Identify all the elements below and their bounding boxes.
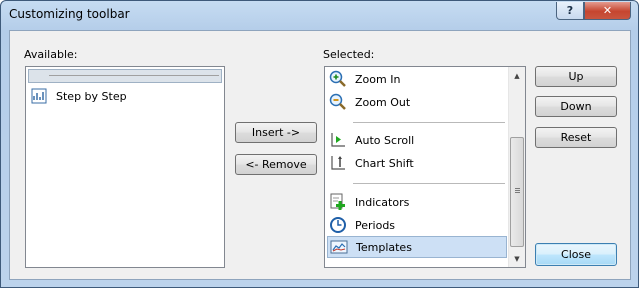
- insert-button[interactable]: Insert ->: [235, 122, 317, 143]
- dialog-window: Customizing toolbar ? ✕ Available: Selec…: [0, 0, 639, 288]
- list-item-label: Auto Scroll: [355, 133, 415, 147]
- separator-item[interactable]: [28, 69, 222, 83]
- available-label: Available:: [24, 48, 78, 61]
- up-button[interactable]: Up: [535, 66, 617, 87]
- list-item-templates[interactable]: Templates: [327, 236, 507, 258]
- periods-icon: [329, 216, 347, 234]
- zoom-in-icon: [329, 70, 347, 88]
- list-item-periods[interactable]: Periods: [329, 214, 507, 236]
- list-item-label: Periods: [355, 218, 396, 232]
- dialog-client-area: Available: Selected: Step by Step Insert…: [9, 30, 631, 280]
- title-bar: Customizing toolbar ? ✕: [1, 1, 638, 29]
- available-list[interactable]: Step by Step: [25, 66, 225, 268]
- zoom-out-icon: [329, 93, 347, 111]
- scrollbar-thumb[interactable]: [510, 137, 524, 247]
- list-item-label: Chart Shift: [355, 156, 414, 170]
- list-item-step-by-step[interactable]: Step by Step: [30, 85, 220, 107]
- list-item-chart-shift[interactable]: Chart Shift: [329, 152, 507, 174]
- close-button[interactable]: Close: [535, 243, 617, 266]
- step-by-step-icon: [30, 87, 48, 105]
- list-item-label: Zoom Out: [355, 95, 411, 109]
- list-item-zoom-in[interactable]: Zoom In: [329, 68, 507, 90]
- list-separator: [353, 183, 505, 184]
- remove-button[interactable]: <- Remove: [235, 154, 317, 175]
- down-button[interactable]: Down: [535, 96, 617, 117]
- list-item-label: Zoom In: [355, 72, 401, 86]
- selected-list[interactable]: Zoom In Zoom Out Auto Scroll Chart Shift: [324, 66, 526, 268]
- chart-shift-icon: [329, 154, 347, 172]
- list-item-indicators[interactable]: Indicators: [329, 191, 507, 213]
- window-title: Customizing toolbar: [9, 7, 130, 21]
- list-item-auto-scroll[interactable]: Auto Scroll: [329, 129, 507, 151]
- scroll-down-arrow-icon[interactable]: ▼: [509, 250, 525, 267]
- indicators-icon: [329, 193, 347, 211]
- selected-list-scrollbar[interactable]: ▲ ▼: [508, 67, 525, 267]
- help-button[interactable]: ?: [556, 2, 584, 20]
- scroll-up-arrow-icon[interactable]: ▲: [509, 67, 525, 84]
- reset-button[interactable]: Reset: [535, 127, 617, 148]
- templates-icon: [330, 238, 348, 256]
- list-item-label: Indicators: [355, 195, 410, 209]
- list-item-zoom-out[interactable]: Zoom Out: [329, 91, 507, 113]
- auto-scroll-icon: [329, 131, 347, 149]
- list-separator: [353, 122, 505, 123]
- list-item-label: Templates: [356, 240, 412, 254]
- list-item-label: Step by Step: [56, 89, 127, 103]
- selected-label: Selected:: [323, 48, 375, 61]
- close-window-button[interactable]: ✕: [584, 2, 631, 20]
